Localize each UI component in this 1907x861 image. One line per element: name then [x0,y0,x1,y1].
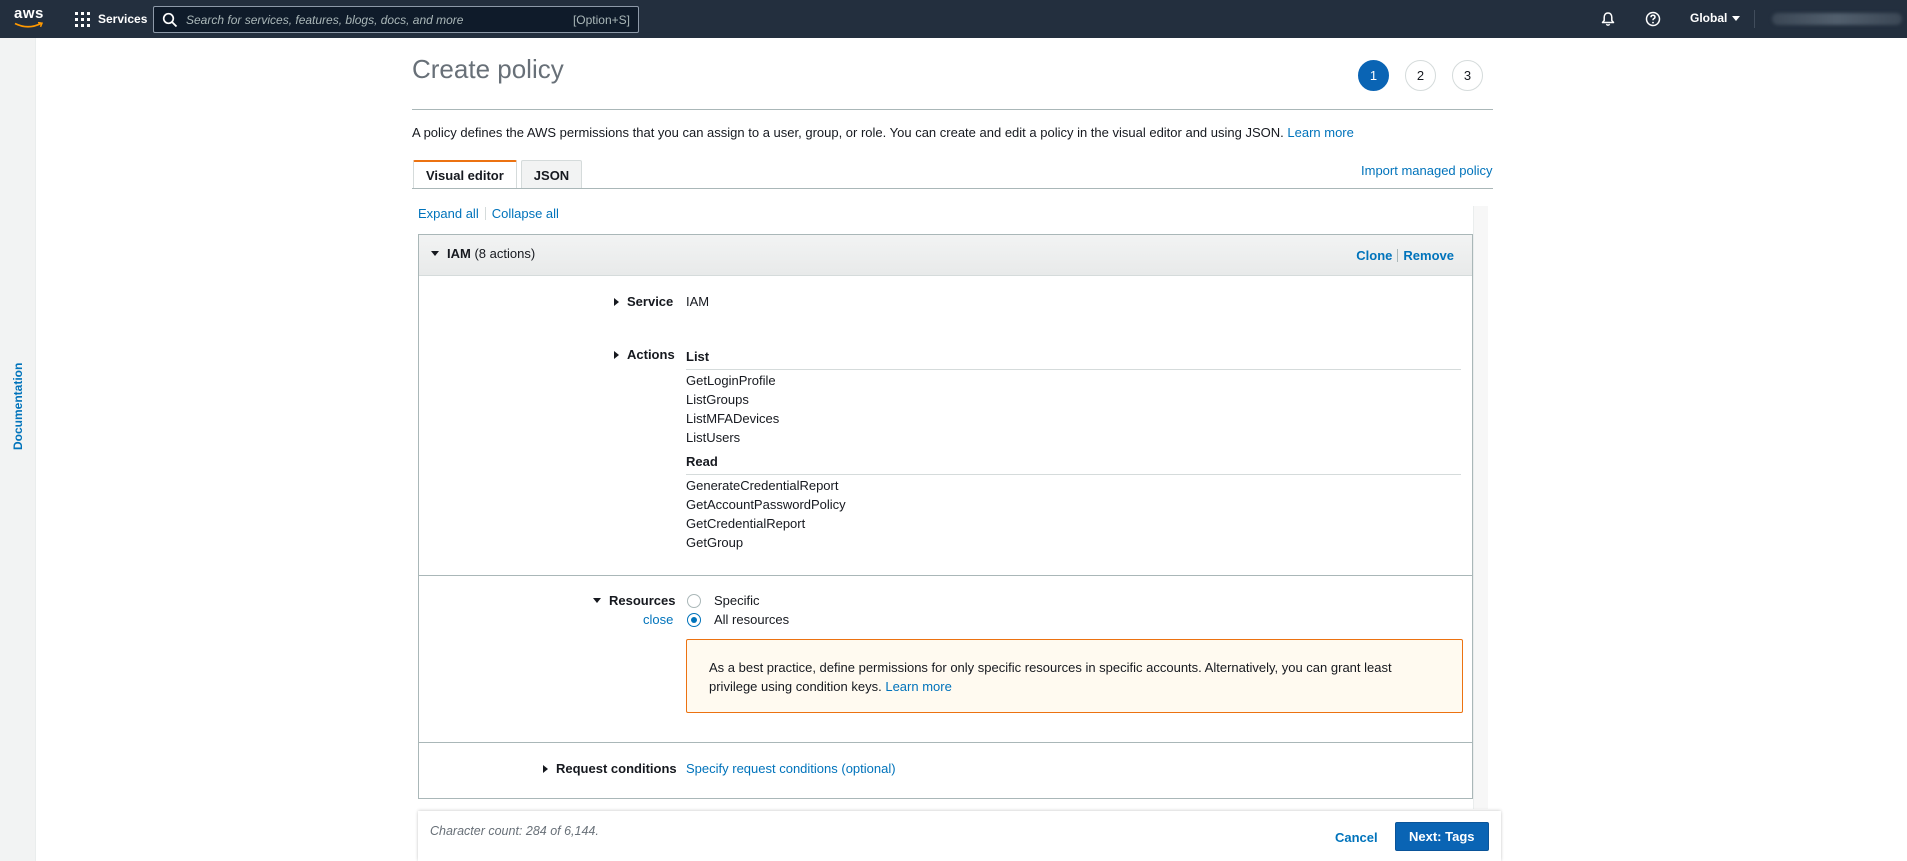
warning-learn-more-link[interactable]: Learn more [885,679,951,694]
link-separator [484,207,486,220]
editor-scrollbar[interactable] [1473,206,1488,809]
region-selector[interactable]: Global [1690,11,1741,25]
tab-json[interactable]: JSON [520,160,583,189]
intro-text: A policy defines the AWS permissions tha… [412,125,1284,140]
service-value: IAM [686,294,710,309]
header-divider [412,109,1493,110]
services-label: Services [98,12,148,26]
cancel-button[interactable]: Cancel [1327,823,1386,851]
service-label: Service [627,294,674,309]
policy-statement-panel: IAM (8 actions) Clone Remove Service IAM… [418,234,1473,799]
action-separator [1397,249,1399,262]
section-divider [419,575,1472,576]
collapse-caret-icon[interactable] [431,251,439,256]
search-shortcut-hint: [Option+S] [572,12,630,27]
actions-label: Actions [627,347,675,362]
clone-button[interactable]: Clone [1356,248,1392,263]
tab-visual-editor[interactable]: Visual editor [413,160,517,189]
action-item: GetGroup [686,535,744,550]
aws-logo-text: aws [14,5,44,22]
aws-logo[interactable]: aws [14,6,48,32]
action-group-heading-list: List [686,349,1461,370]
nav-divider [1754,10,1755,28]
tabs-divider [412,188,1493,189]
expand-all-link[interactable]: Expand all [418,206,479,221]
page-title: Create policy [412,54,564,84]
expand-caret-icon [614,350,619,359]
notifications-bell-icon[interactable] [1600,11,1616,27]
action-item: GenerateCredentialReport [686,478,839,493]
next-tags-button[interactable]: Next: Tags [1395,822,1489,851]
step-indicator-1: 1 [1358,60,1389,91]
resource-option-all-label: All resources [714,612,790,627]
help-icon[interactable] [1645,11,1661,27]
section-divider [419,742,1472,743]
specify-request-conditions-link[interactable]: Specify request conditions (optional) [686,761,896,776]
grid-menu-icon [75,11,90,27]
region-label: Global [1690,11,1728,25]
action-item: ListGroups [686,392,749,407]
editor-tabs: Visual editor JSON [413,160,583,189]
search-icon [162,12,178,27]
resource-option-specific-label: Specific [714,593,760,608]
search-input[interactable] [186,12,573,27]
footer-bar: Character count: 284 of 6,144. Cancel Ne… [418,811,1501,861]
search-bar[interactable]: [Option+S] [153,6,639,33]
top-navigation: aws Services [Option+S] Global [0,0,1907,38]
collapse-all-link[interactable]: Collapse all [492,206,559,221]
action-item: GetAccountPasswordPolicy [686,497,846,512]
action-group-heading-read: Read [686,454,1461,475]
expand-collapse-controls: Expand all Collapse all [418,206,559,221]
best-practice-warning: As a best practice, define permissions f… [686,639,1463,713]
action-item: GetCredentialReport [686,516,806,531]
resource-radio-specific[interactable] [687,594,701,608]
service-row-toggle[interactable]: Service [614,294,673,309]
expand-caret-icon [614,297,619,306]
resources-label: Resources [609,593,676,608]
step-indicator-2: 2 [1405,60,1436,91]
request-conditions-label: Request conditions [556,761,677,776]
action-item: ListMFADevices [686,411,780,426]
request-conditions-row-toggle[interactable]: Request conditions [543,761,677,776]
expand-caret-icon [543,764,548,773]
action-item: ListUsers [686,430,741,445]
caret-down-icon [1732,15,1741,21]
documentation-tab[interactable]: Documentation [11,363,25,450]
resource-radio-all-resources[interactable] [687,613,701,627]
collapse-caret-icon [593,598,601,603]
account-menu-redacted[interactable] [1772,13,1902,25]
statement-actions: Clone Remove [1356,248,1454,263]
statement-title: IAM (8 actions) [447,246,535,261]
services-menu-button[interactable]: Services [75,10,147,28]
side-help-rail: Documentation [0,38,36,861]
character-count: Character count: 284 of 6,144. [430,824,599,838]
import-managed-policy-link[interactable]: Import managed policy [1361,163,1493,178]
actions-row-toggle[interactable]: Actions [614,347,675,362]
remove-button[interactable]: Remove [1403,248,1454,263]
statement-action-count: (8 actions) [474,246,536,261]
resources-close-link[interactable]: close [643,612,673,627]
aws-smile-icon [14,22,44,28]
resources-row-toggle[interactable]: Resources [593,593,675,608]
intro-learn-more-link[interactable]: Learn more [1287,125,1353,140]
action-item: GetLoginProfile [686,373,776,388]
statement-service-name: IAM [447,246,471,261]
warning-text: As a best practice, define permissions f… [709,660,1392,694]
policy-statement-header[interactable]: IAM (8 actions) Clone Remove [419,235,1472,276]
step-indicator-3: 3 [1452,60,1483,91]
intro-paragraph: A policy defines the AWS permissions tha… [412,125,1354,140]
